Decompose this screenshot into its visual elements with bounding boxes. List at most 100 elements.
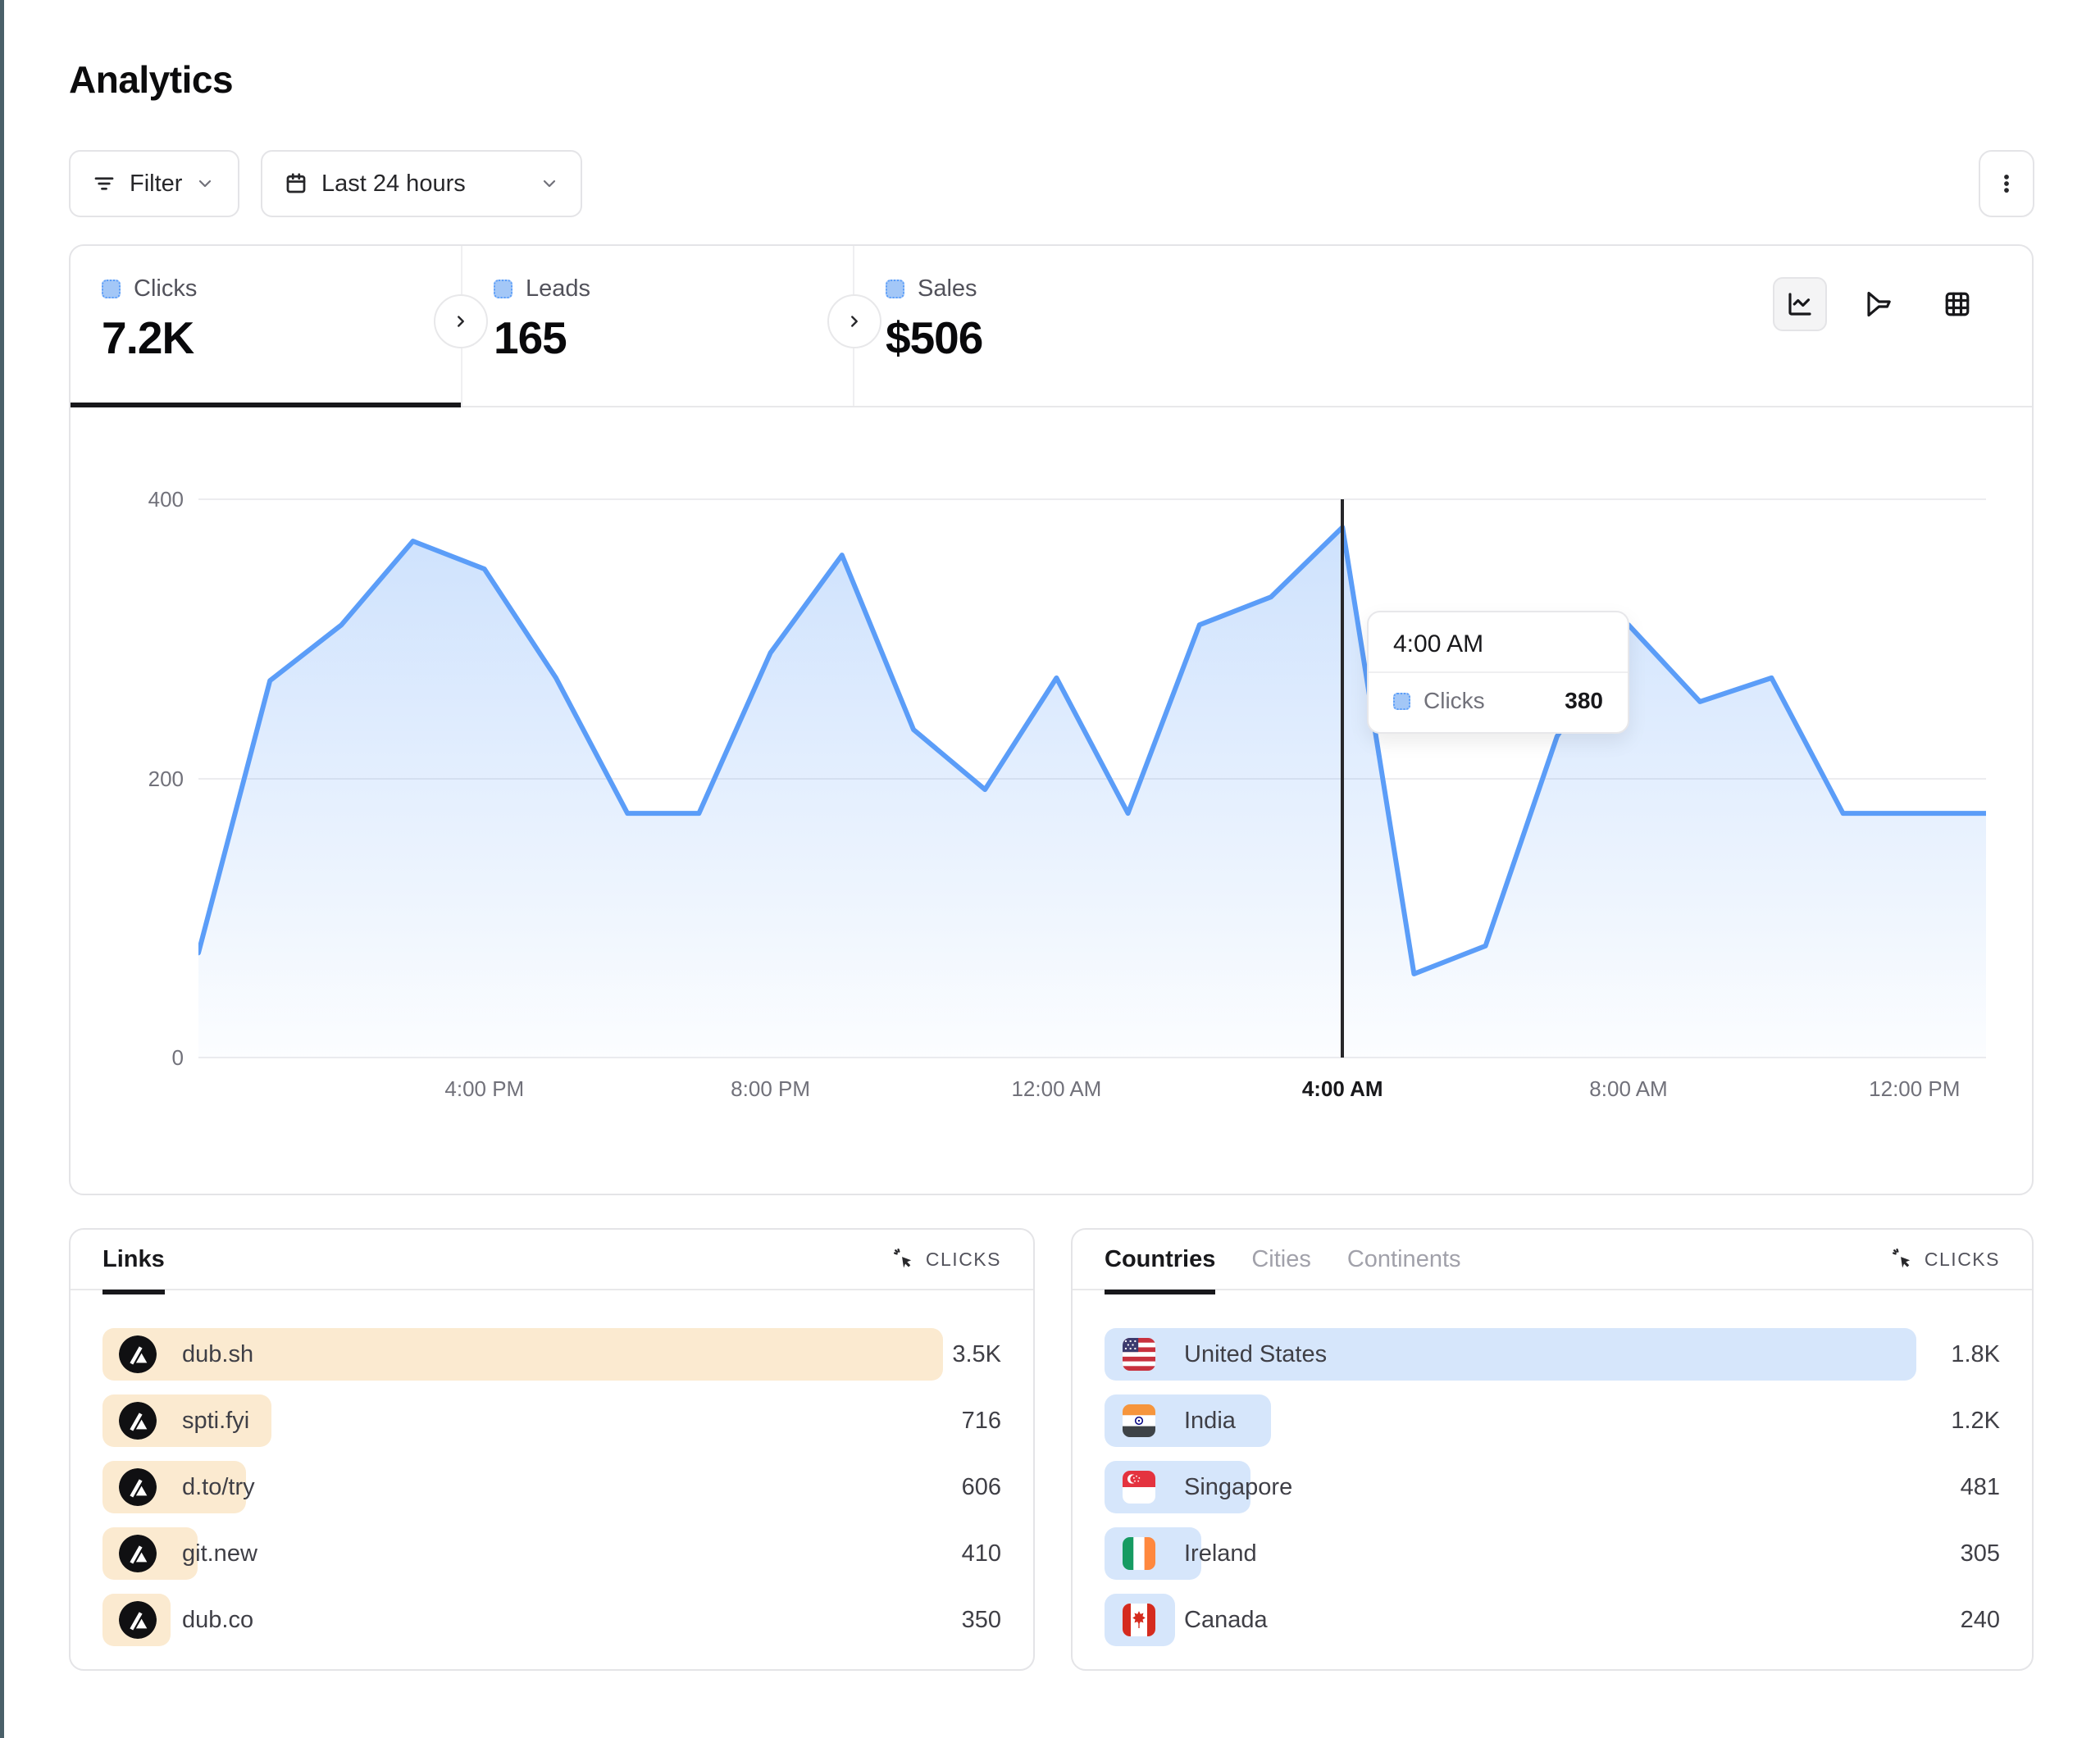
area-chart — [198, 499, 1986, 1058]
countries-panel-header: Countries Cities Continents CLICKS — [1073, 1230, 2032, 1290]
list-item[interactable]: spti.fyi 716 — [102, 1394, 1001, 1447]
chevron-right-icon — [845, 312, 863, 330]
row-label: spti.fyi — [182, 1394, 249, 1447]
tab-countries-label: Countries — [1105, 1246, 1215, 1272]
tab-leads-value: 165 — [494, 312, 853, 364]
expand-metric-button[interactable] — [827, 294, 881, 348]
tab-cities[interactable]: Cities — [1251, 1246, 1311, 1294]
row-label: dub.co — [182, 1594, 253, 1646]
tab-continents[interactable]: Continents — [1347, 1246, 1461, 1294]
funnel-icon[interactable] — [1852, 277, 1906, 331]
list-item[interactable]: Singapore 481 — [1105, 1461, 2000, 1513]
row-click-count: 410 — [962, 1527, 1001, 1580]
row-click-count: 1.2K — [1951, 1394, 2000, 1447]
active-tab-underline — [71, 403, 461, 407]
date-range-button[interactable]: Last 24 hours — [261, 150, 582, 217]
chevron-down-icon — [195, 174, 215, 193]
flag-india-icon — [1123, 1404, 1155, 1437]
row-click-count: 481 — [1961, 1461, 2000, 1513]
row-label: dub.sh — [182, 1328, 253, 1381]
countries-sort-control[interactable]: CLICKS — [1892, 1248, 2000, 1271]
analytics-page: Analytics Filter Last 24 hours Clicks — [0, 0, 2100, 1738]
links-rows: dub.sh 3.5K spti.fyi 716 d.to/try606 git.new 4… — [102, 1328, 1001, 1660]
x-axis-tick-label: 4:00 AM — [1302, 1076, 1383, 1102]
analytics-chart-card: Clicks 7.2K Leads 165 Sales $506 — [69, 244, 2034, 1195]
chevron-down-icon — [540, 174, 559, 193]
y-axis-tick-label: 0 — [126, 1045, 184, 1071]
cursor-click-icon — [1892, 1248, 1915, 1271]
tab-clicks-value: 7.2K — [102, 312, 461, 364]
tooltip-value: 380 — [1565, 688, 1603, 714]
list-item[interactable]: Canada240 — [1105, 1594, 2000, 1646]
clicks-legend-swatch — [102, 280, 121, 298]
row-label: United States — [1184, 1328, 1327, 1381]
tab-sales[interactable]: Sales $506 — [854, 246, 1246, 406]
tab-leads-label: Leads — [526, 275, 590, 303]
list-item[interactable]: d.to/try606 — [102, 1461, 1001, 1513]
more-menu-button[interactable] — [1979, 150, 2034, 217]
clicks-time-series-chart[interactable]: 4:00 AM Clicks 380 02004004:00 PM8:00 PM… — [198, 499, 1986, 1122]
filter-lines-icon — [92, 171, 116, 196]
panel-active-underline — [1105, 1290, 1215, 1294]
x-axis-tick-label: 8:00 AM — [1589, 1076, 1667, 1102]
row-label: Ireland — [1184, 1527, 1257, 1580]
chart-view-controls — [1773, 277, 1984, 331]
tab-countries[interactable]: Countries — [1105, 1246, 1215, 1294]
panel-active-underline — [102, 1290, 165, 1294]
expand-metric-button[interactable] — [434, 294, 488, 348]
links-sort-control[interactable]: CLICKS — [893, 1248, 1001, 1271]
chart-tooltip: 4:00 AM Clicks 380 — [1367, 611, 1629, 734]
countries-panel: Countries Cities Continents CLICKS Unite… — [1071, 1228, 2034, 1671]
row-click-count: 1.8K — [1951, 1328, 2000, 1381]
tooltip-series-label: Clicks — [1424, 688, 1551, 714]
links-sort-label: CLICKS — [926, 1249, 1001, 1271]
tab-sales-value: $506 — [886, 312, 1246, 364]
tab-cities-label: Cities — [1251, 1246, 1311, 1272]
tab-links[interactable]: Links — [102, 1246, 165, 1294]
dub-logo-icon — [119, 1402, 157, 1440]
row-click-count: 305 — [1961, 1527, 2000, 1580]
row-click-count: 3.5K — [952, 1328, 1001, 1381]
row-label: Singapore — [1184, 1461, 1292, 1513]
metric-tabs: Clicks 7.2K Leads 165 Sales $506 — [71, 246, 2032, 407]
flag-ireland-icon — [1123, 1537, 1155, 1570]
row-label: India — [1184, 1394, 1236, 1447]
countries-rows: United States 1.8K India 1.2K Singapore 481 Ir… — [1105, 1328, 2000, 1660]
dub-logo-icon — [119, 1535, 157, 1572]
line-chart-icon[interactable] — [1773, 277, 1827, 331]
dub-logo-icon — [119, 1335, 157, 1373]
flag-canada-icon — [1123, 1604, 1155, 1636]
calendar-icon — [284, 171, 308, 196]
row-click-count: 350 — [962, 1594, 1001, 1646]
list-item[interactable]: dub.co 350 — [102, 1594, 1001, 1646]
tooltip-clicks-swatch — [1393, 693, 1410, 710]
kebab-menu-icon — [1994, 171, 2019, 196]
flag-us-icon — [1123, 1338, 1155, 1371]
chevron-right-icon — [452, 312, 470, 330]
tab-clicks[interactable]: Clicks 7.2K — [71, 246, 462, 406]
row-label: git.new — [182, 1527, 257, 1580]
dub-logo-icon — [119, 1601, 157, 1639]
list-item[interactable]: India 1.2K — [1105, 1394, 2000, 1447]
dub-logo-icon — [119, 1468, 157, 1506]
list-item[interactable]: Ireland 305 — [1105, 1527, 2000, 1580]
table-grid-icon[interactable] — [1930, 277, 1984, 331]
row-click-count: 606 — [962, 1461, 1001, 1513]
leads-legend-swatch — [494, 280, 512, 298]
list-item[interactable]: git.new 410 — [102, 1527, 1001, 1580]
row-click-count: 716 — [962, 1394, 1001, 1447]
tab-leads[interactable]: Leads 165 — [462, 246, 854, 406]
sales-legend-swatch — [886, 280, 904, 298]
cursor-click-icon — [893, 1248, 916, 1271]
y-axis-tick-label: 400 — [126, 487, 184, 512]
tab-sales-label: Sales — [918, 275, 977, 303]
x-axis-tick-label: 4:00 PM — [444, 1076, 524, 1102]
countries-sort-label: CLICKS — [1925, 1249, 2000, 1271]
list-item[interactable]: United States 1.8K — [1105, 1328, 2000, 1381]
list-item[interactable]: dub.sh 3.5K — [102, 1328, 1001, 1381]
flag-singapore-icon — [1123, 1471, 1155, 1504]
page-title: Analytics — [69, 57, 233, 102]
filter-button[interactable]: Filter — [69, 150, 239, 217]
x-axis-tick-label: 12:00 AM — [1011, 1076, 1101, 1102]
links-panel: Links CLICKS dub.sh 3.5K spti.fyi 716 d.to/t… — [69, 1228, 1035, 1671]
